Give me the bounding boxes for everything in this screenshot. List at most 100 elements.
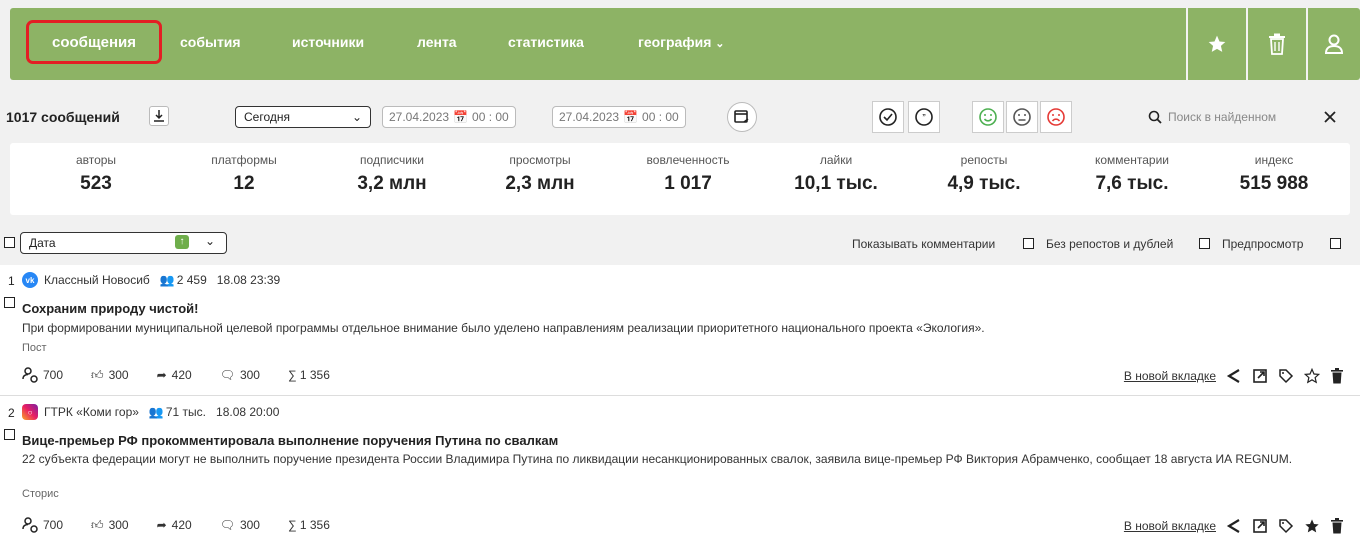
preview-checkbox[interactable]: [1330, 238, 1341, 249]
nav-bar: сообщения события источники лента статис…: [10, 8, 1360, 80]
post-text: 22 субъекта федерации могут не выполнить…: [22, 452, 1293, 466]
trash-icon[interactable]: [1330, 518, 1344, 534]
tag-icon[interactable]: [1278, 368, 1294, 384]
share-icon[interactable]: [1226, 368, 1242, 384]
reach-metric: 700: [22, 517, 63, 533]
post-title[interactable]: Сохраним природу чистой!: [22, 301, 198, 316]
negative-sentiment-button[interactable]: [1040, 101, 1072, 133]
post-metrics: 700 👍︎ 300 ➦ 420 🗨︎ 300 ∑ 1 356: [22, 517, 330, 533]
apply-date-button[interactable]: [727, 102, 757, 132]
calendar-icon: 📅: [623, 110, 639, 124]
post-checkbox[interactable]: [4, 429, 15, 440]
post-source[interactable]: ○ ГТРК «Коми гор» 👥 71 тыс. 18.08 20:00: [22, 404, 279, 420]
filter-row: Дата ↑ ⌄ Показывать комментарии Без репо…: [0, 223, 1360, 265]
star-outline-icon[interactable]: [1304, 368, 1320, 384]
chevron-down-icon: ⌄: [351, 110, 362, 124]
neutral-face-icon: [1013, 108, 1031, 126]
check-circle-icon: [879, 108, 897, 126]
external-edit-icon[interactable]: [1252, 368, 1268, 384]
download-button[interactable]: [149, 106, 169, 126]
open-new-tab-link[interactable]: В новой вкладке: [1124, 519, 1216, 533]
quotes-button[interactable]: ”: [908, 101, 940, 133]
sort-select[interactable]: Дата: [20, 232, 227, 254]
tab-sources[interactable]: источники: [292, 34, 364, 50]
thumbs-up-icon: 👍︎: [91, 367, 104, 382]
positive-sentiment-button[interactable]: [972, 101, 1004, 133]
search-input[interactable]: Поиск в найденном: [1168, 110, 1318, 124]
post-actions: В новой вкладке: [1124, 368, 1344, 384]
close-icon[interactable]: [1324, 111, 1336, 123]
trash-button[interactable]: [1248, 8, 1306, 80]
tab-geography[interactable]: география ⌄: [638, 34, 724, 50]
no-reposts-checkbox[interactable]: [1199, 238, 1210, 249]
tab-events[interactable]: события: [180, 34, 241, 50]
share-icon[interactable]: [1226, 518, 1242, 534]
svg-text:”: ”: [922, 113, 925, 124]
post-datetime: 18.08 23:39: [216, 273, 281, 287]
post-source[interactable]: vk Классный Новосиб 👥 2 459 18.08 23:39: [22, 272, 280, 288]
comment-icon: 🗨︎: [219, 368, 235, 382]
reach-icon: [22, 367, 38, 383]
sum-metric: ∑ 1 356: [287, 368, 330, 382]
trash-icon[interactable]: [1330, 368, 1344, 384]
reach-icon: [22, 517, 38, 533]
trash-icon: [1269, 33, 1285, 55]
top-navigation: сообщения события источники лента статис…: [0, 0, 1360, 96]
list-item: 1 vk Классный Новосиб 👥 2 459 18.08 23:3…: [0, 265, 1360, 396]
post-number: 2: [8, 406, 15, 420]
search-box: Поиск в найденном: [1148, 106, 1358, 128]
tab-messages[interactable]: сообщения: [26, 20, 162, 64]
mark-read-button[interactable]: [872, 101, 904, 133]
star-filled-icon[interactable]: [1304, 518, 1320, 534]
chevron-down-icon: ⌄: [205, 234, 216, 248]
select-all-checkbox[interactable]: [4, 237, 15, 248]
external-edit-icon[interactable]: [1252, 518, 1268, 534]
tab-feed[interactable]: лента: [417, 34, 457, 50]
smile-icon: [979, 108, 997, 126]
favorites-button[interactable]: [1188, 8, 1246, 80]
calendar-export-icon: [734, 110, 749, 123]
user-icon: [1324, 34, 1344, 54]
chevron-down-icon: ⌄: [715, 38, 725, 50]
source-name: Классный Новосиб: [44, 273, 150, 287]
download-icon: [154, 110, 164, 122]
quote-icon: ”: [915, 108, 933, 126]
instagram-icon: ○: [22, 404, 38, 420]
search-icon: [1148, 110, 1162, 124]
messages-count: 1017 сообщений: [6, 109, 120, 125]
stat-subscribers: подписчики 3,2 млн: [357, 153, 427, 194]
post-datetime: 18.08 20:00: [216, 405, 280, 419]
tab-statistics[interactable]: статистика: [508, 34, 584, 50]
sum-metric: ∑ 1 356: [287, 518, 330, 532]
stat-comments: комментарии 7,6 тыс.: [1095, 153, 1169, 194]
no-reposts-label: Без репостов и дублей: [1046, 237, 1174, 251]
stat-likes: лайки 10,1 тыс.: [794, 153, 878, 194]
neutral-sentiment-button[interactable]: [1006, 101, 1038, 133]
period-select[interactable]: Сегодня ⌄: [235, 106, 371, 128]
audience-icon: 👥: [159, 273, 175, 287]
date-from-field[interactable]: 27.04.2023 📅 00 : 00: [382, 106, 516, 128]
toolbar: 1017 сообщений Сегодня ⌄ 27.04.2023 📅 00…: [0, 96, 1360, 138]
date-to-field[interactable]: 27.04.2023 📅 00 : 00: [552, 106, 686, 128]
thumbs-up-icon: 👍︎: [91, 517, 104, 532]
open-new-tab-link[interactable]: В новой вкладке: [1124, 369, 1216, 383]
stat-index: индекс 515 988: [1239, 153, 1309, 194]
post-type: Сторис: [22, 488, 59, 500]
profile-button[interactable]: [1308, 8, 1360, 80]
tag-icon[interactable]: [1278, 518, 1294, 534]
show-comments-checkbox[interactable]: [1023, 238, 1034, 249]
comments-metric: 🗨︎ 300: [219, 518, 260, 532]
stat-views: просмотры 2,3 млн: [505, 153, 575, 194]
sort-direction-icon[interactable]: ↑: [175, 235, 189, 249]
post-checkbox[interactable]: [4, 297, 15, 308]
stat-reposts: репосты 4,9 тыс.: [947, 153, 1021, 194]
star-icon: [1208, 35, 1226, 52]
post-title[interactable]: Вице-премьер РФ прокомментировала выполн…: [22, 433, 558, 448]
post-actions: В новой вкладке: [1124, 518, 1344, 534]
audience-count: 71 тыс.: [165, 405, 207, 419]
audience-icon: 👥: [148, 405, 164, 419]
stats-panel: авторы 523 платформы 12 подписчики 3,2 млн …: [10, 143, 1350, 215]
share-arrow-icon: ➦: [156, 368, 167, 382]
list-item: 2 ○ ГТРК «Коми гор» 👥 71 тыс. 18.08 20:0…: [0, 397, 1360, 538]
post-text: При формировании муниципальной целевой п…: [22, 321, 985, 335]
